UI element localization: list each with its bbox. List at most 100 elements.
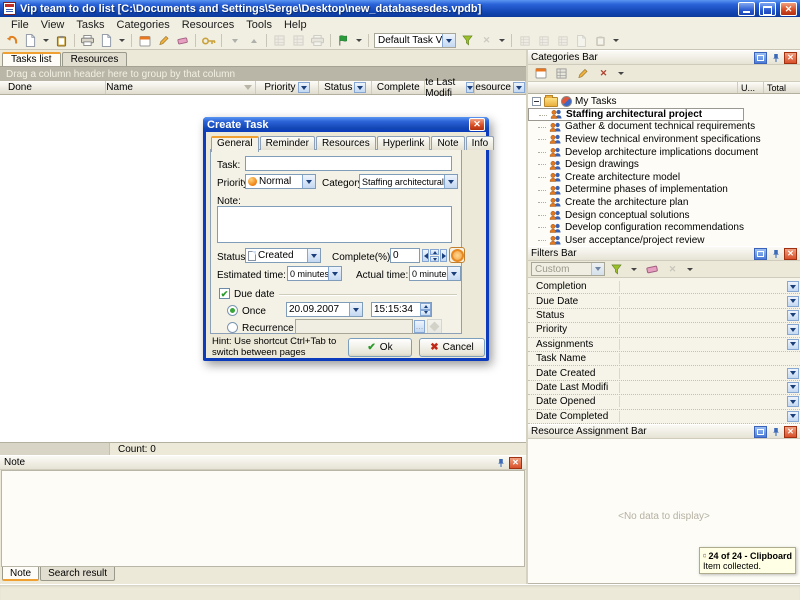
menu-file[interactable]: File xyxy=(5,19,35,31)
note-panel-content[interactable] xyxy=(1,470,525,567)
task-input[interactable] xyxy=(245,156,452,171)
column-u[interactable]: U... xyxy=(737,82,763,93)
remove-view-icon[interactable]: ✕ xyxy=(477,33,496,49)
collapse-expander-icon[interactable] xyxy=(532,97,541,106)
menu-tasks[interactable]: Tasks xyxy=(70,19,110,31)
chevron-down-icon[interactable] xyxy=(349,303,362,316)
chevron-down-icon[interactable] xyxy=(328,267,341,280)
close-icon[interactable] xyxy=(784,426,797,438)
assign-resource-icon[interactable] xyxy=(515,33,534,49)
tab-tasks-list[interactable]: Tasks list xyxy=(2,52,61,66)
chevron-down-icon[interactable] xyxy=(513,82,525,93)
chevron-down-icon[interactable] xyxy=(298,82,310,93)
collapse-icon[interactable] xyxy=(754,248,767,260)
toolbar-options-dropdown[interactable] xyxy=(613,39,619,42)
close-icon[interactable] xyxy=(509,457,522,469)
ok-button[interactable]: Ok xyxy=(348,338,412,357)
complete-task-icon[interactable] xyxy=(270,33,289,49)
print-dropdown[interactable] xyxy=(119,39,125,42)
chevron-down-icon[interactable] xyxy=(302,175,315,188)
spin-down-icon[interactable] xyxy=(430,256,439,262)
close-button[interactable] xyxy=(780,2,797,16)
tab-info[interactable]: Info xyxy=(466,136,495,150)
menu-view[interactable]: View xyxy=(35,19,71,31)
tab-general[interactable]: General xyxy=(211,136,259,152)
category-item[interactable]: Staffing architectural project xyxy=(528,108,744,121)
edit-task-icon[interactable] xyxy=(154,33,173,49)
close-icon[interactable] xyxy=(469,118,485,131)
actual-time-combo[interactable]: 0 minutes xyxy=(409,266,461,281)
task-view-combo[interactable]: Default Task V xyxy=(374,33,456,48)
category-item[interactable]: Gather & document technical requirements xyxy=(528,121,800,134)
collapse-icon[interactable] xyxy=(754,52,767,64)
chevron-down-icon[interactable] xyxy=(787,281,799,292)
view-dropdown[interactable] xyxy=(499,39,505,42)
category-combo[interactable]: Staffing architectural project xyxy=(359,174,458,189)
move-down-icon[interactable] xyxy=(225,33,244,49)
column-status[interactable]: Status xyxy=(319,81,372,94)
column-priority[interactable]: Priority xyxy=(256,81,320,94)
tab-resources[interactable]: Resources xyxy=(62,52,128,66)
menu-tools[interactable]: Tools xyxy=(240,19,278,31)
once-radio[interactable] xyxy=(227,305,238,316)
decrement-icon[interactable] xyxy=(422,249,429,262)
chevron-down-icon[interactable] xyxy=(787,324,799,335)
export-icon[interactable] xyxy=(572,33,591,49)
note-textarea[interactable] xyxy=(217,206,452,243)
category-item[interactable]: Determine phases of implementation xyxy=(528,184,800,197)
category-item[interactable]: Design conceptual solutions xyxy=(528,209,800,222)
clipboard-notification[interactable]: 24 of 24 - Clipboard Item collected. xyxy=(699,547,796,574)
add-subcategory-icon[interactable] xyxy=(552,65,571,81)
chevron-down-icon[interactable] xyxy=(787,296,799,307)
apply-view-filter-icon[interactable] xyxy=(458,33,477,49)
chevron-down-icon[interactable] xyxy=(591,263,604,275)
ellipsis-button[interactable]: … xyxy=(414,320,425,333)
categories-toolbar-dropdown[interactable] xyxy=(618,72,624,75)
chevron-down-icon[interactable] xyxy=(787,411,799,422)
add-category-icon[interactable] xyxy=(531,65,550,81)
tab-hyperlink[interactable]: Hyperlink xyxy=(377,136,431,150)
due-date-checkbox[interactable] xyxy=(219,288,230,299)
increment-icon[interactable] xyxy=(440,249,447,262)
chevron-down-icon[interactable] xyxy=(442,34,455,47)
category-item[interactable]: Develop configuration recommendations xyxy=(528,221,800,234)
edit-category-icon[interactable] xyxy=(573,65,592,81)
recurrence-options-icon[interactable] xyxy=(427,319,442,334)
column-resource[interactable]: esource xyxy=(475,81,526,94)
recurrence-radio[interactable] xyxy=(227,322,238,333)
resource-list-icon[interactable] xyxy=(553,33,572,49)
chevron-down-icon[interactable] xyxy=(354,82,366,93)
chevron-down-icon[interactable] xyxy=(787,368,799,379)
new-item-dropdown[interactable] xyxy=(43,39,49,42)
category-item[interactable]: Review technical environment specificati… xyxy=(528,133,800,146)
chevron-down-icon[interactable] xyxy=(787,339,799,350)
print-report-icon[interactable] xyxy=(308,33,327,49)
new-item-icon[interactable] xyxy=(21,33,40,49)
collapse-icon[interactable] xyxy=(754,426,767,438)
spin-up-icon[interactable] xyxy=(430,249,439,255)
remove-filter-icon[interactable]: ✕ xyxy=(663,261,682,277)
paste-icon[interactable] xyxy=(52,33,71,49)
chevron-down-icon[interactable] xyxy=(787,310,799,321)
chevron-down-icon[interactable] xyxy=(787,382,799,393)
filter-preset-combo[interactable]: Custom xyxy=(531,262,605,276)
tab-resources[interactable]: Resources xyxy=(316,136,376,150)
move-up-icon[interactable] xyxy=(244,33,263,49)
close-icon[interactable] xyxy=(784,248,797,260)
chevron-down-icon[interactable] xyxy=(787,396,799,407)
priority-combo[interactable]: Normal xyxy=(245,174,316,189)
complete-input[interactable] xyxy=(390,248,420,263)
due-date-combo[interactable]: 20.09.2007 xyxy=(286,302,363,317)
category-item[interactable]: Create the architecture plan xyxy=(528,196,800,209)
permissions-key-icon[interactable] xyxy=(199,33,218,49)
recurrence-field[interactable] xyxy=(295,319,413,334)
estimated-time-combo[interactable]: 0 minutes xyxy=(287,266,342,281)
cancel-button[interactable]: Cancel xyxy=(419,338,485,357)
uncomplete-task-icon[interactable] xyxy=(289,33,308,49)
menu-categories[interactable]: Categories xyxy=(111,19,176,31)
chevron-down-icon[interactable] xyxy=(444,175,457,188)
status-combo[interactable]: Created xyxy=(245,248,321,263)
tab-search-result[interactable]: Search result xyxy=(40,567,115,581)
chevron-down-icon[interactable] xyxy=(447,267,460,280)
tab-note[interactable]: Note xyxy=(431,136,464,150)
